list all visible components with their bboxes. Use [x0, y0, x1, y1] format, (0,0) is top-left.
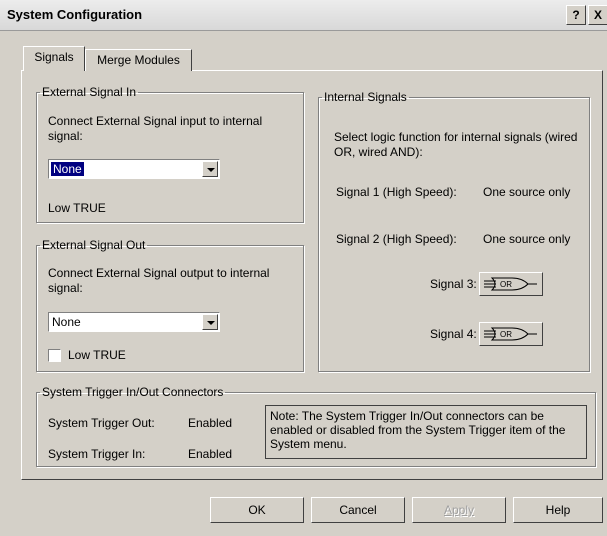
- close-icon[interactable]: X: [588, 5, 607, 25]
- signal-2-label: Signal 2 (High Speed):: [336, 232, 457, 246]
- title-bar: System Configuration ? X: [0, 0, 607, 31]
- system-trigger-in-label: System Trigger In:: [48, 447, 146, 461]
- chevron-down-icon[interactable]: [202, 161, 218, 177]
- window-title: System Configuration: [7, 7, 143, 22]
- apply-button-label: Apply: [443, 503, 475, 517]
- cancel-button[interactable]: Cancel: [311, 497, 405, 523]
- internal-signals-description: Select logic function for internal signa…: [334, 130, 578, 159]
- signal-3-gate-text: OR: [500, 280, 512, 289]
- system-trigger-in-value: Enabled: [188, 447, 233, 461]
- chevron-down-icon[interactable]: [202, 314, 218, 330]
- or-gate-icon: OR: [484, 327, 537, 341]
- external-signal-in-legend: External Signal In: [42, 85, 137, 99]
- signal-4-gate-text: OR: [500, 330, 512, 339]
- help-button[interactable]: Help: [513, 497, 603, 523]
- signal-3-gate-button[interactable]: OR: [479, 272, 543, 296]
- external-signal-out-value: None: [52, 315, 81, 329]
- low-true-checkbox[interactable]: [48, 349, 61, 362]
- external-signal-out-legend: External Signal Out: [42, 238, 146, 252]
- signal-3-label: Signal 3:: [430, 277, 477, 291]
- signal-4-label: Signal 4:: [430, 327, 477, 341]
- or-gate-icon: OR: [484, 277, 537, 291]
- signal-1-value: One source only: [483, 185, 571, 199]
- external-signal-in-value: None: [51, 162, 84, 176]
- apply-button[interactable]: Apply: [412, 497, 506, 523]
- external-signal-out-select[interactable]: None: [48, 312, 220, 332]
- signal-4-gate-button[interactable]: OR: [479, 322, 543, 346]
- signal-2-value: One source only: [483, 232, 571, 246]
- help-icon[interactable]: ?: [566, 5, 586, 25]
- external-signal-out-description: Connect External Signal output to intern…: [48, 266, 270, 295]
- external-signal-in-low-true: Low TRUE: [48, 201, 106, 215]
- system-configuration-dialog: System Configuration ? X Signals Merge M…: [0, 0, 607, 536]
- ok-button[interactable]: OK: [210, 497, 304, 523]
- system-trigger-out-value: Enabled: [188, 416, 233, 430]
- external-signal-in-description: Connect External Signal input to interna…: [48, 114, 263, 143]
- external-signal-in-select[interactable]: None: [48, 159, 220, 179]
- system-trigger-legend: System Trigger In/Out Connectors: [42, 385, 224, 399]
- tab-signals[interactable]: Signals: [23, 46, 85, 71]
- system-trigger-note: Note: The System Trigger In/Out connecto…: [265, 405, 587, 459]
- low-true-checkbox-label[interactable]: Low TRUE: [68, 348, 126, 363]
- tab-merge-modules[interactable]: Merge Modules: [85, 49, 192, 71]
- internal-signals-legend: Internal Signals: [324, 90, 407, 104]
- signal-1-label: Signal 1 (High Speed):: [336, 185, 457, 199]
- system-trigger-out-label: System Trigger Out:: [48, 416, 155, 430]
